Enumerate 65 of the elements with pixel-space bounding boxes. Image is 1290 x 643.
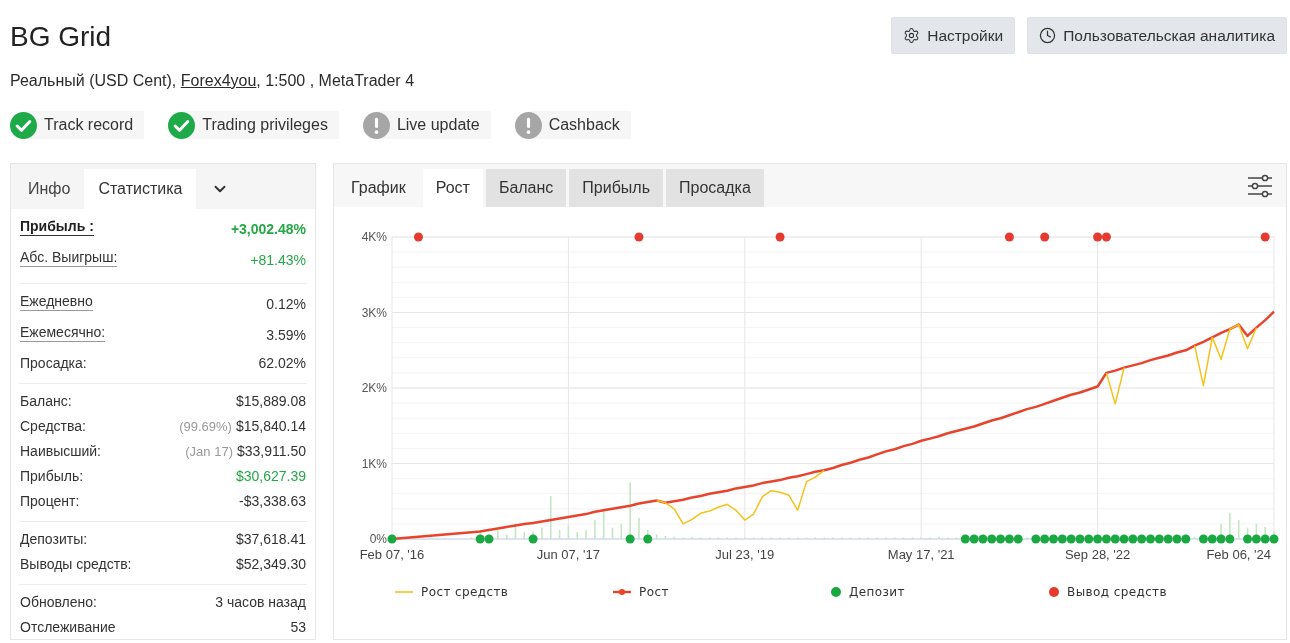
clock-icon [1039, 27, 1057, 44]
stat-label: Прибыль : [20, 218, 94, 236]
axis-label: 1K% [361, 456, 387, 471]
stat-label: Выводы средств: [20, 556, 132, 573]
stat-note: (99.69%) [179, 419, 232, 434]
badge-label: Cashback [548, 116, 620, 134]
stat-label: Баланс: [20, 393, 72, 410]
stat-label: Абс. Выигрыш: [20, 249, 118, 267]
stat-value: $37,618.41 [235, 531, 306, 548]
stat-label: Депозиты: [20, 531, 88, 548]
stat-value: +3,002.48% [230, 221, 306, 238]
account-details: Реальный (USD Cent), Forex4you, 1:500 , MetaTrader 4 [10, 71, 415, 91]
stat-value: $52,349.30 [235, 556, 306, 573]
stat-value: 0.12% [266, 296, 306, 313]
stat-value: $15,889.08 [235, 393, 306, 410]
stat-label: Обновлено: [20, 594, 97, 611]
axis-label: 2K% [361, 381, 387, 395]
stat-label: Ежемесячно: [20, 324, 106, 342]
stat-label: Отслеживание [20, 619, 116, 636]
axis-label: Jul 23, '19 [715, 547, 775, 562]
stat-value: $15,840.14 [235, 418, 306, 435]
axis-label: Feb 07, '16 [359, 547, 425, 562]
stat-value: $33,911.50 [236, 443, 306, 460]
analytics-button[interactable]: Пользовательская аналитика [1027, 17, 1287, 54]
legend-label: Рост средств [421, 585, 509, 599]
stat-value: 53 [290, 619, 306, 636]
stat-label: Ежедневно [20, 293, 93, 311]
axis-label: 0% [369, 532, 387, 546]
panel-tab[interactable]: Инфо [14, 169, 85, 209]
stat-label: Наивысший: [20, 443, 101, 460]
broker-link[interactable]: Forex4you [180, 72, 257, 89]
stat-value: 62.02% [258, 355, 306, 372]
chart-tab[interactable]: Прибыль [569, 169, 663, 207]
badge-label: Track record [44, 116, 134, 134]
stat-value: 3 часов назад [215, 594, 306, 611]
settings-icon [903, 27, 921, 44]
chart-tab[interactable]: Просадка [666, 169, 764, 207]
settings-button[interactable]: Настройки [891, 17, 1016, 54]
axis-label: 4K% [361, 230, 387, 244]
chart-tab[interactable]: Баланс [485, 169, 567, 207]
stat-value: $30,627.39 [235, 468, 306, 485]
sliders-icon [1247, 173, 1273, 198]
panel-tab[interactable]: Статистика [84, 169, 197, 209]
page-title: BG Grid [10, 20, 112, 54]
stat-value: +81.43% [250, 252, 306, 269]
chart-tab[interactable]: Рост [422, 169, 483, 207]
stat-note: (Jan 17) [185, 444, 233, 459]
axis-label: 3K% [361, 305, 387, 320]
badge-label: Live update [396, 116, 480, 134]
chart-heading: График [350, 178, 407, 198]
stat-label: Средства: [20, 418, 86, 435]
legend-label: Вывод средств [1067, 585, 1167, 599]
axis-label: May 17, '21 [887, 547, 955, 562]
badge-label: Trading privileges [202, 116, 328, 134]
stat-label: Просадка: [20, 355, 87, 372]
legend-label: Депозит [849, 585, 905, 599]
stat-label: Процент: [20, 493, 80, 510]
stat-value: -$3,338.63 [239, 493, 306, 510]
axis-label: Jun 07, '17 [536, 547, 600, 562]
stat-value: 3.59% [266, 327, 306, 344]
stat-label: Прибыль: [20, 468, 84, 485]
axis-label: Feb 06, '24 [1206, 547, 1272, 562]
chart-options-button[interactable] [1246, 172, 1274, 199]
legend-label: Рост [639, 585, 669, 599]
axis-label: Sep 28, '22 [1064, 547, 1131, 562]
